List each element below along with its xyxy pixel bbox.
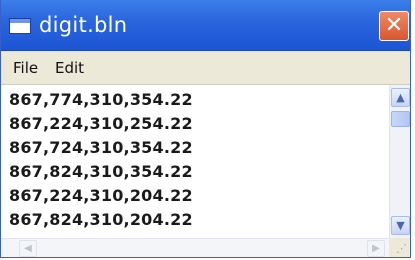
text-line: 867,824,310,354.22: [9, 162, 193, 181]
text-line: 867,724,310,354.22: [9, 138, 193, 157]
scroll-thumb[interactable]: [391, 111, 410, 127]
text-area[interactable]: 867,774,310,354.22 867,224,310,254.22 86…: [1, 85, 389, 238]
resize-grip[interactable]: ⋰: [389, 238, 410, 257]
menu-edit[interactable]: Edit: [55, 59, 84, 77]
notepad-icon: [9, 18, 31, 34]
text-line: 867,824,310,204.22: [9, 210, 193, 229]
window-title: digit.bln: [39, 13, 128, 37]
text-line: 867,224,310,254.22: [9, 114, 193, 133]
menu-file[interactable]: File: [13, 59, 38, 77]
vertical-scrollbar[interactable]: ▲ ▼: [389, 85, 410, 238]
scroll-left-icon[interactable]: ◀: [19, 240, 37, 257]
horizontal-scrollbar[interactable]: ◀ ▶: [1, 238, 389, 257]
text-line: 867,224,310,204.22: [9, 186, 193, 205]
scroll-right-icon[interactable]: ▶: [367, 240, 385, 257]
close-button[interactable]: ✕: [379, 11, 409, 41]
text-line: 867,774,310,354.22: [9, 90, 193, 109]
resize-grip-icon: ⋰: [396, 242, 407, 255]
notepad-window: digit.bln ✕ File Edit 867,774,310,354.22…: [0, 0, 411, 258]
menu-bar: File Edit: [1, 51, 410, 85]
scroll-down-icon[interactable]: ▼: [391, 216, 410, 235]
title-bar[interactable]: digit.bln ✕: [1, 0, 410, 51]
scroll-up-icon[interactable]: ▲: [391, 88, 410, 107]
